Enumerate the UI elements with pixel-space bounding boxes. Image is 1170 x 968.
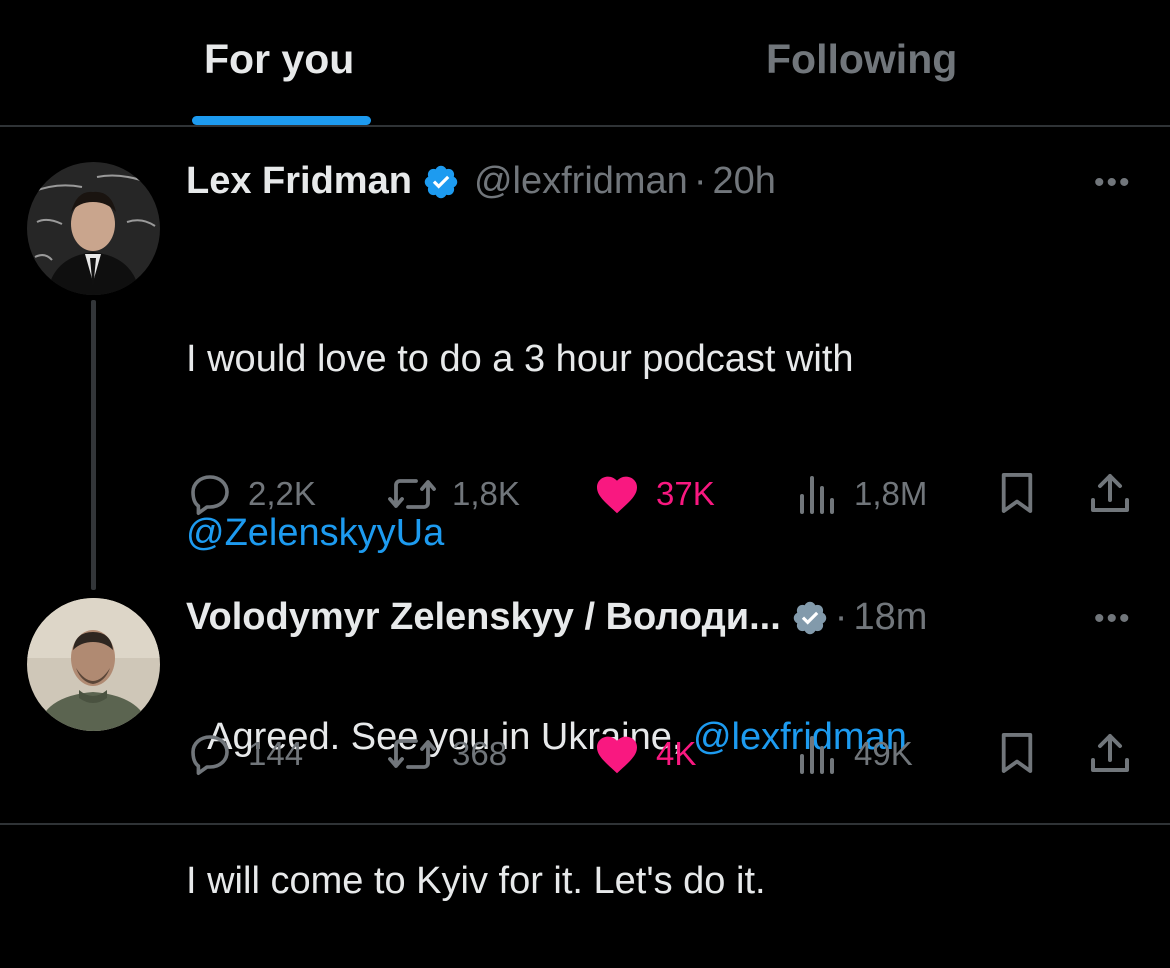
verified-badge-icon [424,165,458,198]
views-count: 49K [854,735,913,772]
author-name[interactable]: Volodymyr Zelenskyy / Володи... [186,596,781,639]
retweet-button[interactable]: 368 [386,730,507,778]
reply-icon [191,475,229,515]
bookmark-icon [1001,733,1033,773]
views-count: 1,8M [854,475,928,512]
retweet-count: 1,8K [452,475,520,512]
retweet-button[interactable]: 1,8K [386,470,520,518]
bookmark-button[interactable] [998,470,1036,516]
tweet-text-line: I would love to do a 3 hour podcast with [186,338,854,380]
like-count: 4K [656,735,697,772]
like-icon [597,736,637,774]
reply-count: 144 [248,735,304,772]
share-button[interactable] [1086,730,1134,778]
bookmark-icon [1001,473,1033,513]
timeline-tabs: For you Following [0,0,1170,127]
bookmark-button[interactable] [998,730,1036,776]
tweet-text: I would love to do a 3 hour podcast with… [186,214,1126,968]
like-count: 37K [656,475,715,512]
thread-connector-line [91,300,96,590]
tab-for-you[interactable]: For you [204,36,354,83]
tab-following[interactable]: Following [766,36,957,83]
like-icon [597,476,637,514]
reply-icon [191,735,229,775]
tweet-actions: 144 368 4K 49K [186,730,1136,780]
avatar[interactable] [27,162,160,295]
retweet-icon [388,739,436,769]
views-icon [800,736,834,774]
tweet-header: Lex Fridman @lexfridman · 20h [186,160,776,203]
more-icon[interactable]: ••• [1094,166,1132,200]
share-icon [1091,734,1129,772]
tweet-timestamp[interactable]: 18m [853,596,927,639]
reply-button[interactable]: 144 [186,730,303,778]
author-name[interactable]: Lex Fridman [186,160,412,203]
separator-dot: · [693,160,707,202]
share-button[interactable] [1086,470,1134,518]
more-icon[interactable]: ••• [1094,602,1132,636]
reply-button[interactable]: 2,2K [186,470,316,518]
author-handle[interactable]: @lexfridman [474,160,688,203]
like-button[interactable]: 37K [592,470,715,518]
tweet-text-line: I will come to Kyiv for it. Let's do it. [186,860,766,902]
avatar[interactable] [27,598,160,731]
verified-badge-icon [793,601,827,634]
divider [0,823,1170,825]
views-button[interactable]: 1,8M [796,470,927,518]
reply-count: 2,2K [248,475,316,512]
active-tab-indicator [192,116,371,125]
views-button[interactable]: 49K [796,730,913,778]
like-button[interactable]: 4K [592,730,696,778]
tweet-actions: 2,2K 1,8K 37K 1,8M [186,470,1136,520]
separator-dot: · [834,596,848,638]
tweet-header: Volodymyr Zelenskyy / Володи... · 18m [186,596,927,639]
share-icon [1091,474,1129,512]
retweet-count: 368 [452,735,508,772]
tweet-timestamp[interactable]: 20h [712,160,775,203]
views-icon [800,476,834,514]
retweet-icon [388,479,436,509]
